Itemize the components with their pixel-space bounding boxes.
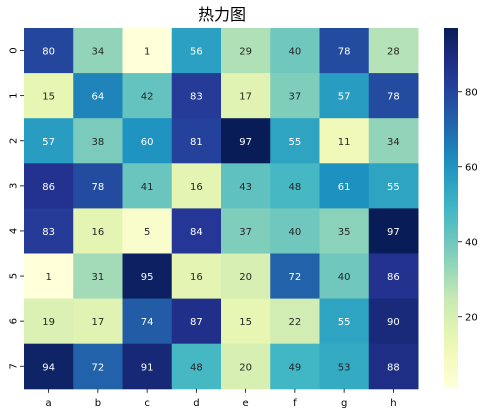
cell-value-label: 40 <box>289 47 302 58</box>
cell-value-label: 20 <box>239 362 252 373</box>
cell-value-label: 41 <box>141 182 154 193</box>
cell-value-label: 1 <box>45 272 51 283</box>
cell-value-label: 88 <box>387 362 400 373</box>
cell-value-label: 97 <box>387 227 400 238</box>
cell-value-label: 61 <box>338 182 351 193</box>
cell-value-label: 17 <box>239 92 252 103</box>
cell-value-label: 40 <box>338 272 351 283</box>
cell-value-label: 35 <box>338 227 351 238</box>
cell-value-label: 17 <box>92 317 105 328</box>
row-tick-label: 7 <box>9 363 20 369</box>
column-tick-label: d <box>193 398 199 409</box>
cell-value-label: 49 <box>289 362 302 373</box>
cell-value-label: 29 <box>239 47 252 58</box>
cell-value-label: 37 <box>239 227 252 238</box>
cell-value-label: 15 <box>239 317 252 328</box>
cell-value-label: 11 <box>338 137 351 148</box>
cell-value-label: 40 <box>289 227 302 238</box>
row-tick-label: 4 <box>9 228 20 234</box>
cell-value-label: 78 <box>387 92 400 103</box>
cell-value-label: 91 <box>141 362 154 373</box>
cell-value-label: 42 <box>141 92 154 103</box>
cell-value-label: 64 <box>92 92 105 103</box>
cell-value-label: 15 <box>42 92 55 103</box>
chart-title: 热力图 <box>198 5 246 24</box>
cell-value-label: 48 <box>289 182 302 193</box>
row-tick-label: 3 <box>9 183 20 189</box>
cell-value-label: 83 <box>42 227 55 238</box>
row-tick-label: 2 <box>9 138 20 144</box>
cell-value-label: 60 <box>141 137 154 148</box>
cell-value-label: 94 <box>42 362 55 373</box>
cell-value-label: 34 <box>92 47 105 58</box>
cell-value-label: 90 <box>387 317 400 328</box>
cell-value-label: 38 <box>92 137 105 148</box>
cell-value-label: 55 <box>289 137 302 148</box>
cell-value-label: 28 <box>387 47 400 58</box>
cell-value-label: 48 <box>190 362 203 373</box>
colorbar-tick-label: 80 <box>465 87 478 98</box>
cell-value-label: 1 <box>144 47 150 58</box>
cell-value-label: 19 <box>42 317 55 328</box>
row-tick-label: 5 <box>9 273 20 279</box>
row-tick-label: 1 <box>9 92 20 98</box>
cell-value-label: 78 <box>92 182 105 193</box>
heatmap-cells: 80 34 1 56 29 40 78 2815 64 42 83 17 37 57 7857 38 60 81 9… <box>24 28 419 390</box>
colorbar-tick-label: 40 <box>465 237 478 248</box>
row-tick-label: 0 <box>9 47 20 53</box>
cell-value-label: 56 <box>190 47 203 58</box>
column-tick-label: h <box>390 398 396 409</box>
cell-value-label: 86 <box>42 182 55 193</box>
colorbar-tick-label: 60 <box>465 162 478 173</box>
cell-value-label: 81 <box>190 137 203 148</box>
column-tick-label: a <box>46 398 52 409</box>
cell-value-label: 20 <box>239 272 252 283</box>
cell-value-label: 74 <box>141 317 154 328</box>
cell-value-label: 55 <box>338 317 351 328</box>
cell-value-label: 84 <box>190 227 203 238</box>
column-tick-labels: a b c d e f g h <box>46 388 397 409</box>
cell-value-label: 5 <box>144 227 150 238</box>
column-tick-label: c <box>144 398 150 409</box>
column-tick-label: e <box>243 398 249 409</box>
column-tick-label: g <box>341 398 347 409</box>
cell-value-label: 16 <box>92 227 105 238</box>
cell-value-label: 86 <box>387 272 400 283</box>
cell-value-label: 72 <box>92 362 105 373</box>
heatmap-chart: 热力图 80 34 1 56 29 40 78 2815 64 42 83 17 37 57 7857 38 6… <box>9 5 478 409</box>
cell-value-label: 31 <box>92 272 105 283</box>
row-tick-labels: 0 1 2 3 4 5 6 7 <box>9 47 24 369</box>
cell-value-label: 78 <box>338 47 351 58</box>
cell-value-label: 22 <box>289 317 302 328</box>
cell-value-label: 80 <box>42 47 55 58</box>
cell-value-label: 55 <box>387 182 400 193</box>
column-tick-label: f <box>293 398 297 409</box>
cell-value-label: 57 <box>338 92 351 103</box>
cell-value-label: 43 <box>239 182 252 193</box>
cell-value-label: 97 <box>239 137 252 148</box>
cell-value-label: 95 <box>141 272 154 283</box>
cell-value-label: 57 <box>42 137 55 148</box>
row-tick-label: 6 <box>9 318 20 324</box>
cell-value-label: 72 <box>289 272 302 283</box>
cell-value-label: 83 <box>190 92 203 103</box>
cell-value-label: 87 <box>190 317 203 328</box>
cell-value-label: 53 <box>338 362 351 373</box>
colorbar-gradient <box>444 28 458 388</box>
cell-value-label: 16 <box>190 272 203 283</box>
colorbar: 20 40 60 80 <box>444 28 478 388</box>
cell-value-label: 34 <box>387 137 400 148</box>
cell-value-label: 37 <box>289 92 302 103</box>
column-tick-label: b <box>95 398 101 409</box>
cell-value-label: 16 <box>190 182 203 193</box>
colorbar-tick-label: 20 <box>465 312 478 323</box>
